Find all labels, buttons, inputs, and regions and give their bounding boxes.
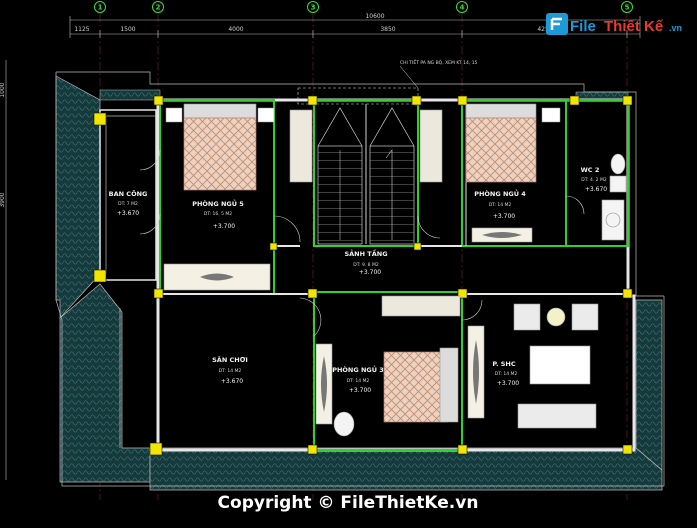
logo-domain-text: .vn bbox=[669, 23, 682, 33]
axis-label-3: 3 bbox=[311, 4, 316, 12]
room-area-bedroom-3: DT: 14 M2 bbox=[347, 378, 370, 384]
dim-4: 3850 bbox=[380, 26, 395, 33]
room-name-playground: SÂN CHƠI bbox=[212, 355, 248, 364]
dim-left-2: 3900 bbox=[0, 192, 6, 207]
dim-1: 1125 bbox=[74, 26, 89, 33]
room-name-balcony: BAN CÔNG bbox=[109, 189, 148, 198]
room-area-lobby: DT: 9. 8 M2 bbox=[353, 262, 379, 268]
bed-room-3 bbox=[383, 351, 449, 423]
room-name-bedroom-4: PHÒNG NGỦ 4 bbox=[474, 188, 526, 198]
room-name-family-room: P. SHC bbox=[492, 360, 515, 368]
axis-label-4: 4 bbox=[460, 4, 465, 12]
room-area-family-room: DT: 14 M2 bbox=[495, 371, 518, 377]
logo-file-text: File bbox=[570, 18, 596, 35]
room-area-wc-2: DT: 4. 2 M2 bbox=[581, 177, 607, 183]
axis-label-2: 2 bbox=[156, 4, 161, 12]
room-level-bedroom-3: +3.700 bbox=[349, 387, 371, 394]
room-name-lobby: SẢNH TẦNG bbox=[344, 248, 387, 258]
stair-note: CHI TIẾT PA NG BỘ, XEM KT 14, 15 bbox=[400, 58, 478, 66]
room-level-lobby: +3.700 bbox=[359, 269, 381, 276]
staircase: CHI TIẾT PA NG BỘ, XEM KT 14, 15 bbox=[297, 58, 478, 245]
room-name-bedroom-5: PHÒNG NGỦ 5 bbox=[192, 198, 244, 208]
room-level-family-room: +3.700 bbox=[497, 380, 519, 387]
room-name-wc-2: WC 2 bbox=[581, 166, 600, 174]
axis-label-5: 5 bbox=[625, 4, 630, 12]
room-level-playground: +3.670 bbox=[221, 378, 243, 385]
room-area-balcony: DT: 7 M2 bbox=[118, 201, 138, 207]
logo-brand-text: Thiết Kế bbox=[604, 18, 664, 35]
room-level-bedroom-5: +3.700 bbox=[213, 223, 235, 230]
room-level-wc-2: +3.670 bbox=[585, 186, 607, 193]
dim-total: 10600 bbox=[365, 13, 384, 20]
dim-left-1: 1000 bbox=[0, 82, 6, 97]
dim-3: 4000 bbox=[228, 26, 243, 33]
axis-label-1: 1 bbox=[98, 4, 103, 12]
copyright-watermark: Copyright © FileThietKe.vn bbox=[218, 493, 479, 513]
floor-plan: 1 2 3 4 5 10600 1125 1500 4000 3850 4250… bbox=[0, 1, 682, 513]
room-area-bedroom-5: DT: 16. 5 M2 bbox=[204, 211, 232, 217]
room-level-balcony: +3.670 bbox=[117, 210, 139, 217]
site-logo: File Thiết Kế .vn bbox=[546, 13, 682, 35]
axis-bubbles: 1 2 3 4 5 bbox=[94, 1, 633, 13]
room-name-bedroom-3: PHÒNG NGỦ 3 bbox=[332, 364, 384, 374]
room-area-playground: DT: 14 M2 bbox=[219, 368, 242, 374]
bed-room-5 bbox=[183, 117, 257, 191]
bed-room-4 bbox=[465, 117, 537, 183]
dim-2: 1500 bbox=[120, 26, 135, 33]
room-level-bedroom-4: +3.700 bbox=[493, 213, 515, 220]
room-area-bedroom-4: DT: 14 M2 bbox=[489, 202, 512, 208]
